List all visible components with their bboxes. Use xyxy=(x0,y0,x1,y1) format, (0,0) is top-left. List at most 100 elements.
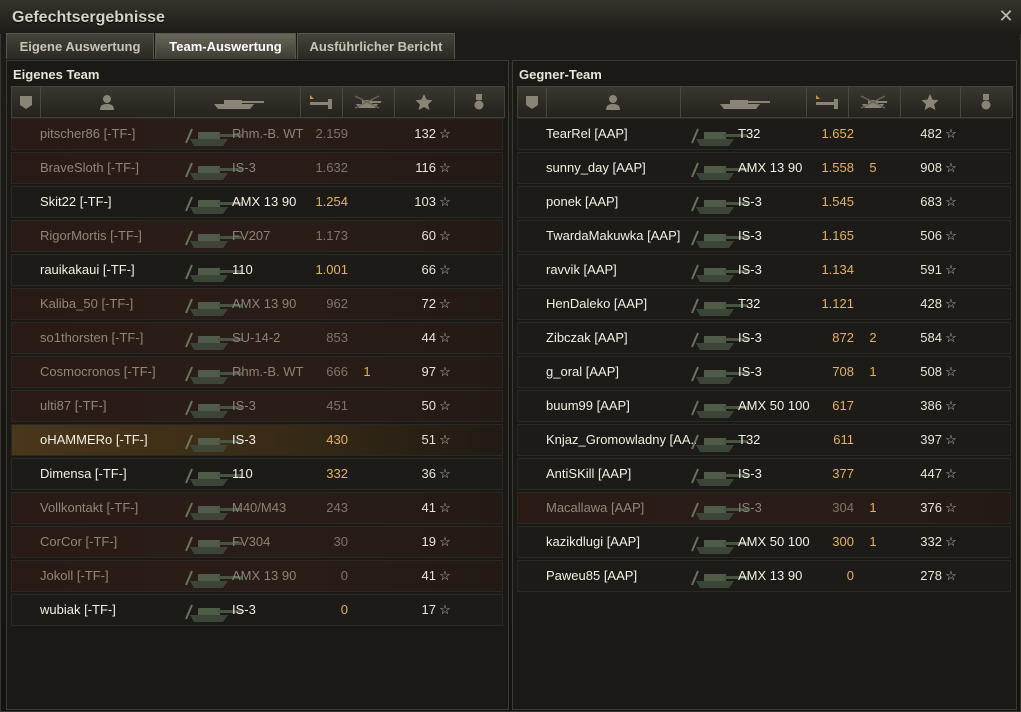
xp-star-icon: ☆ xyxy=(945,466,957,481)
xp-value: 508 xyxy=(920,364,942,379)
player-name: BraveSloth [-TF-] xyxy=(40,160,139,175)
kills-value: 1 xyxy=(869,364,877,379)
player-header[interactable] xyxy=(40,87,175,117)
table-row[interactable]: Zibczak [AAP] IS-3 872 2 584 ☆ xyxy=(517,322,1011,354)
damage-value: 0 xyxy=(340,602,348,617)
xp-star-icon: ☆ xyxy=(439,194,451,209)
xp-value: 332 xyxy=(920,534,942,549)
player-name: so1thorsten [-TF-] xyxy=(40,330,144,345)
xp-star-icon: ☆ xyxy=(945,160,957,175)
kills-value: 1 xyxy=(869,534,877,549)
xp-star-icon: ☆ xyxy=(439,602,451,617)
xp-header[interactable] xyxy=(394,87,455,117)
table-row[interactable]: Kaliba_50 [-TF-] AMX 13 90 962 72 ☆ xyxy=(11,288,503,320)
table-row[interactable]: TearRel [AAP] T32 1.652 482 ☆ xyxy=(517,118,1011,150)
damage-value: 617 xyxy=(832,398,854,413)
damage-value: 300 xyxy=(832,534,854,549)
player-name: Macallawa [AAP] xyxy=(546,500,645,515)
kills-value xyxy=(858,561,888,591)
xp-value: 683 xyxy=(920,194,942,209)
kills-value xyxy=(352,255,382,285)
table-row[interactable]: kazikdlugi [AAP] AMX 50 100 300 1 332 ☆ xyxy=(517,526,1011,558)
player-name: Dimensa [-TF-] xyxy=(40,466,127,481)
tab-eigene-auswertung[interactable]: Eigene Auswertung xyxy=(6,33,154,59)
kills-value xyxy=(352,595,382,625)
kills-value: 5 xyxy=(869,160,877,175)
table-row[interactable]: Knjaz_Gromowladny [AA.. T32 611 397 ☆ xyxy=(517,424,1011,456)
kills-value xyxy=(352,187,382,217)
damage-header[interactable] xyxy=(806,87,849,117)
damage-value: 1.254 xyxy=(315,194,348,209)
table-row[interactable]: BraveSloth [-TF-] IS-3 1.632 116 ☆ xyxy=(11,152,503,184)
table-row[interactable]: ravvik [AAP] IS-3 1.134 591 ☆ xyxy=(517,254,1011,286)
kills-header[interactable] xyxy=(342,87,395,117)
table-row[interactable]: Paweu85 [AAP] AMX 13 90 0 278 ☆ xyxy=(517,560,1011,592)
kills-icon xyxy=(860,95,887,109)
kills-value xyxy=(352,425,382,455)
xp-value: 72 xyxy=(421,296,436,311)
table-row[interactable]: rauikakaui [-TF-] 110 1.001 66 ☆ xyxy=(11,254,503,286)
xp-value: 116 xyxy=(415,160,436,175)
player-name: kazikdlugi [AAP] xyxy=(546,534,640,549)
player-name: HenDaleko [AAP] xyxy=(546,296,648,311)
xp-star-icon: ☆ xyxy=(945,398,957,413)
tab-ausfuehrlicher-bericht[interactable]: Ausführlicher Bericht xyxy=(297,33,455,59)
player-name: g_oral [AAP] xyxy=(546,364,619,379)
table-row[interactable]: ulti87 [-TF-] IS-3 451 50 ☆ xyxy=(11,390,503,422)
kills-value xyxy=(352,561,382,591)
table-row[interactable]: wubiak [-TF-] IS-3 0 17 ☆ xyxy=(11,594,503,626)
kills-header[interactable] xyxy=(848,87,901,117)
medal-header[interactable] xyxy=(960,87,1012,117)
xp-star-icon: ☆ xyxy=(945,228,957,243)
table-row[interactable]: AntiSKill [AAP] IS-3 377 447 ☆ xyxy=(517,458,1011,490)
xp-value: 376 xyxy=(920,500,942,515)
xp-value: 60 xyxy=(421,228,436,243)
table-row[interactable]: Dimensa [-TF-] 110 332 36 ☆ xyxy=(11,458,503,490)
damage-header[interactable] xyxy=(300,87,343,117)
damage-value: 0 xyxy=(846,568,854,583)
table-row[interactable]: CorCor [-TF-] FV304 30 19 ☆ xyxy=(11,526,503,558)
xp-header[interactable] xyxy=(900,87,961,117)
table-row[interactable]: pitscher86 [-TF-] Rhm.-B. WT 2.159 132 ☆ xyxy=(11,118,503,150)
tab-team-auswertung[interactable]: Team-Auswertung xyxy=(155,33,296,59)
table-row[interactable]: g_oral [AAP] IS-3 708 1 508 ☆ xyxy=(517,356,1011,388)
xp-value: 584 xyxy=(920,330,942,345)
damage-value: 1.121 xyxy=(821,296,854,311)
xp-star-icon: ☆ xyxy=(439,500,451,515)
close-icon[interactable]: ✕ xyxy=(996,6,1016,26)
xp-star-icon: ☆ xyxy=(439,432,451,447)
xp-value: 50 xyxy=(421,398,436,413)
table-row[interactable]: Skit22 [-TF-] AMX 13 90 1.254 103 ☆ xyxy=(11,186,503,218)
xp-star-icon: ☆ xyxy=(439,296,451,311)
xp-value: 51 xyxy=(421,432,436,447)
medal-header[interactable] xyxy=(454,87,504,117)
damage-value: 332 xyxy=(326,466,348,481)
table-row[interactable]: Jokoll [-TF-] AMX 13 90 0 41 ☆ xyxy=(11,560,503,592)
player-name: CorCor [-TF-] xyxy=(40,534,118,549)
table-row[interactable]: sunny_day [AAP] AMX 13 90 1.558 5 908 ☆ xyxy=(517,152,1011,184)
kills-value xyxy=(352,119,382,149)
table-row[interactable]: Macallawa [AAP] IS-3 304 1 376 ☆ xyxy=(517,492,1011,524)
player-header[interactable] xyxy=(546,87,681,117)
xp-star-icon: ☆ xyxy=(439,364,451,379)
table-row[interactable]: TwardaMakuwka [AAP] IS-3 1.165 506 ☆ xyxy=(517,220,1011,252)
damage-value: 30 xyxy=(333,534,348,549)
tank-header[interactable] xyxy=(680,87,807,117)
xp-value: 66 xyxy=(421,262,436,277)
damage-value: 2.159 xyxy=(315,126,348,141)
table-row[interactable]: Cosmocronos [-TF-] Rhm.-B. WT 666 1 97 ☆ xyxy=(11,356,503,388)
table-row[interactable]: HenDaleko [AAP] T32 1.121 428 ☆ xyxy=(517,288,1011,320)
platoon-header[interactable] xyxy=(12,87,41,117)
table-row[interactable]: oHAMMERo [-TF-] IS-3 430 51 ☆ xyxy=(11,424,503,456)
table-row[interactable]: RigorMortis [-TF-] FV207 1.173 60 ☆ xyxy=(11,220,503,252)
table-row[interactable]: ponek [AAP] IS-3 1.545 683 ☆ xyxy=(517,186,1011,218)
table-row[interactable]: so1thorsten [-TF-] SU-14-2 853 44 ☆ xyxy=(11,322,503,354)
table-row[interactable]: buum99 [AAP] AMX 50 100 617 386 ☆ xyxy=(517,390,1011,422)
player-name: Skit22 [-TF-] xyxy=(40,194,112,209)
platoon-header[interactable] xyxy=(518,87,547,117)
tank-header[interactable] xyxy=(174,87,301,117)
own-team-header xyxy=(11,86,505,118)
table-row[interactable]: Vollkontakt [-TF-] M40/M43 243 41 ☆ xyxy=(11,492,503,524)
xp-star-icon: ☆ xyxy=(439,262,451,277)
damage-value: 666 xyxy=(326,364,348,379)
